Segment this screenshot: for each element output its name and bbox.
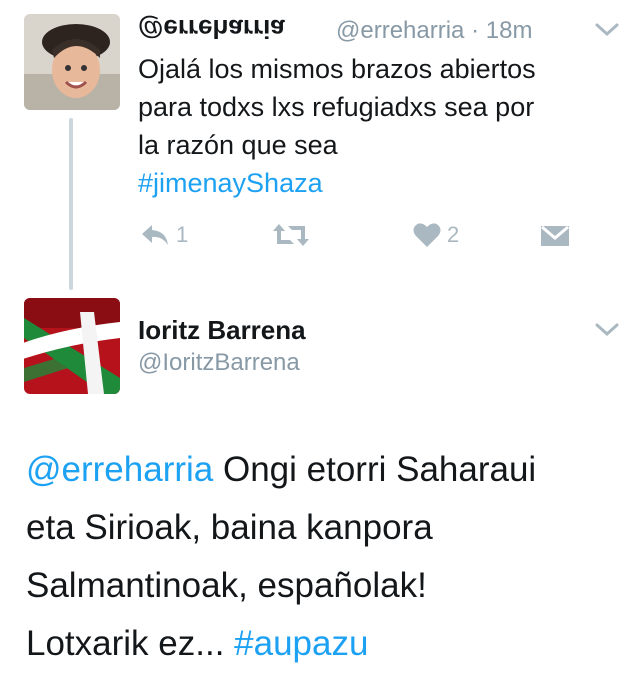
text-line: Ojalá los mismos brazos abiertos bbox=[138, 54, 536, 84]
text-segment: Ongi etorri Saharaui bbox=[213, 450, 537, 489]
text-line: Lotxarik ez... #aupazu bbox=[26, 615, 626, 673]
mention-link[interactable]: @erreharria bbox=[26, 450, 213, 489]
text-segment: Lotxarik ez... bbox=[26, 624, 235, 663]
dm-button[interactable] bbox=[540, 224, 570, 248]
timestamp[interactable]: 18m bbox=[486, 17, 533, 44]
reply-count: 1 bbox=[176, 222, 189, 247]
tweet-text: Ojalá los mismos brazos abiertos para to… bbox=[138, 50, 618, 202]
tweet-text: @erreharria Ongi etorri Saharaui eta Sir… bbox=[26, 441, 626, 673]
chevron-down-icon[interactable] bbox=[594, 22, 620, 38]
dm-icon bbox=[541, 225, 569, 246]
handle[interactable]: @IoritzBarrena bbox=[138, 348, 300, 378]
text-line: Salmantinoak, españolak! bbox=[26, 566, 427, 605]
hashtag-link[interactable]: #jimenayShaza bbox=[138, 164, 618, 202]
handle[interactable]: @erreharria · 18m bbox=[336, 16, 532, 46]
retweet-button[interactable] bbox=[272, 222, 310, 248]
display-name[interactable]: @erreharria bbox=[138, 14, 285, 44]
display-name[interactable]: Ioritz Barrena bbox=[138, 314, 306, 346]
reply-button[interactable]: 1 bbox=[140, 222, 188, 248]
text-line: @erreharria Ongi etorri Saharaui bbox=[26, 441, 626, 499]
separator-dot: · bbox=[471, 17, 486, 44]
chevron-down-icon[interactable] bbox=[594, 322, 620, 338]
avatar[interactable] bbox=[24, 298, 120, 394]
like-button[interactable]: 2 bbox=[413, 222, 459, 248]
handle-text[interactable]: @erreharria bbox=[336, 17, 464, 44]
heart-icon bbox=[413, 223, 441, 247]
hashtag-link[interactable]: #aupazu bbox=[234, 624, 368, 663]
text-line: para todxs lxs refugiadxs sea por bbox=[138, 92, 535, 122]
reply-icon bbox=[142, 225, 168, 245]
like-count: 2 bbox=[447, 222, 460, 247]
thread-line bbox=[69, 118, 73, 290]
avatar[interactable] bbox=[24, 14, 120, 110]
retweet-icon bbox=[273, 224, 309, 246]
text-line: la razón que sea bbox=[138, 130, 338, 160]
text-line: eta Sirioak, baina kanpora bbox=[26, 508, 433, 547]
